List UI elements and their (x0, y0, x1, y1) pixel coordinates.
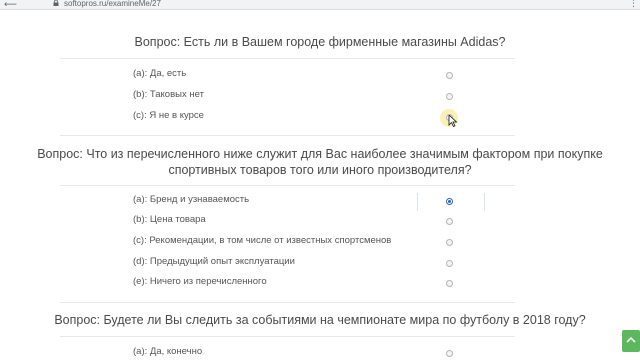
option-2a-radio[interactable] (446, 198, 453, 205)
question-2-title: Вопрос: Что из перечисленного ниже служи… (37, 147, 603, 177)
option-3a-label[interactable]: (a): Да, конечно (133, 346, 202, 357)
divider (60, 302, 515, 303)
option-2e-radio[interactable] (446, 280, 453, 287)
option-1b-label[interactable]: (b): Таковых нет (133, 89, 204, 100)
back-arrow-icon[interactable]: ⟵ (4, 0, 17, 10)
option-1c-label[interactable]: (c): Я не в курсе (133, 110, 204, 121)
divider (60, 336, 515, 337)
divider (60, 185, 515, 186)
question-1-title: Вопрос: Есть ли в Вашем городе фирменные… (134, 35, 506, 49)
option-2d-radio[interactable] (446, 260, 453, 267)
question-3-title: Вопрос: Будете ли Вы следить за событиям… (54, 313, 586, 327)
option-2d-label[interactable]: (d): Предыдущий опыт эксплуатации (133, 256, 295, 267)
divider (60, 135, 515, 136)
option-2b-radio[interactable] (446, 218, 453, 225)
option-2b-label[interactable]: (b): Цена товара (133, 214, 206, 225)
option-2a-label[interactable]: (a): Бренд и узнаваемость (133, 194, 249, 205)
url-text[interactable]: softopros.ru/examineMe/27 (64, 0, 161, 8)
divider (60, 58, 515, 59)
option-1a-radio[interactable] (446, 72, 453, 79)
menu-dots-icon[interactable]: ⋮ (629, 0, 638, 9)
browser-address-bar: ⟵ softopros.ru/examineMe/27 ⋮ (0, 0, 640, 10)
option-1b-radio[interactable] (446, 93, 453, 100)
option-3a-radio[interactable] (446, 350, 453, 357)
chevron-up-icon (626, 336, 636, 343)
scroll-to-top-button[interactable] (622, 330, 640, 352)
option-2e-label[interactable]: (e): Ничего из перечисленного (133, 276, 267, 287)
option-2c-label[interactable]: (c): Рекомендации, в том числе от извест… (133, 235, 391, 246)
mouse-cursor-icon (448, 115, 458, 127)
option-1a-label[interactable]: (a): Да, есть (133, 68, 186, 79)
lock-icon (53, 0, 59, 6)
option-2c-radio[interactable] (446, 239, 453, 246)
